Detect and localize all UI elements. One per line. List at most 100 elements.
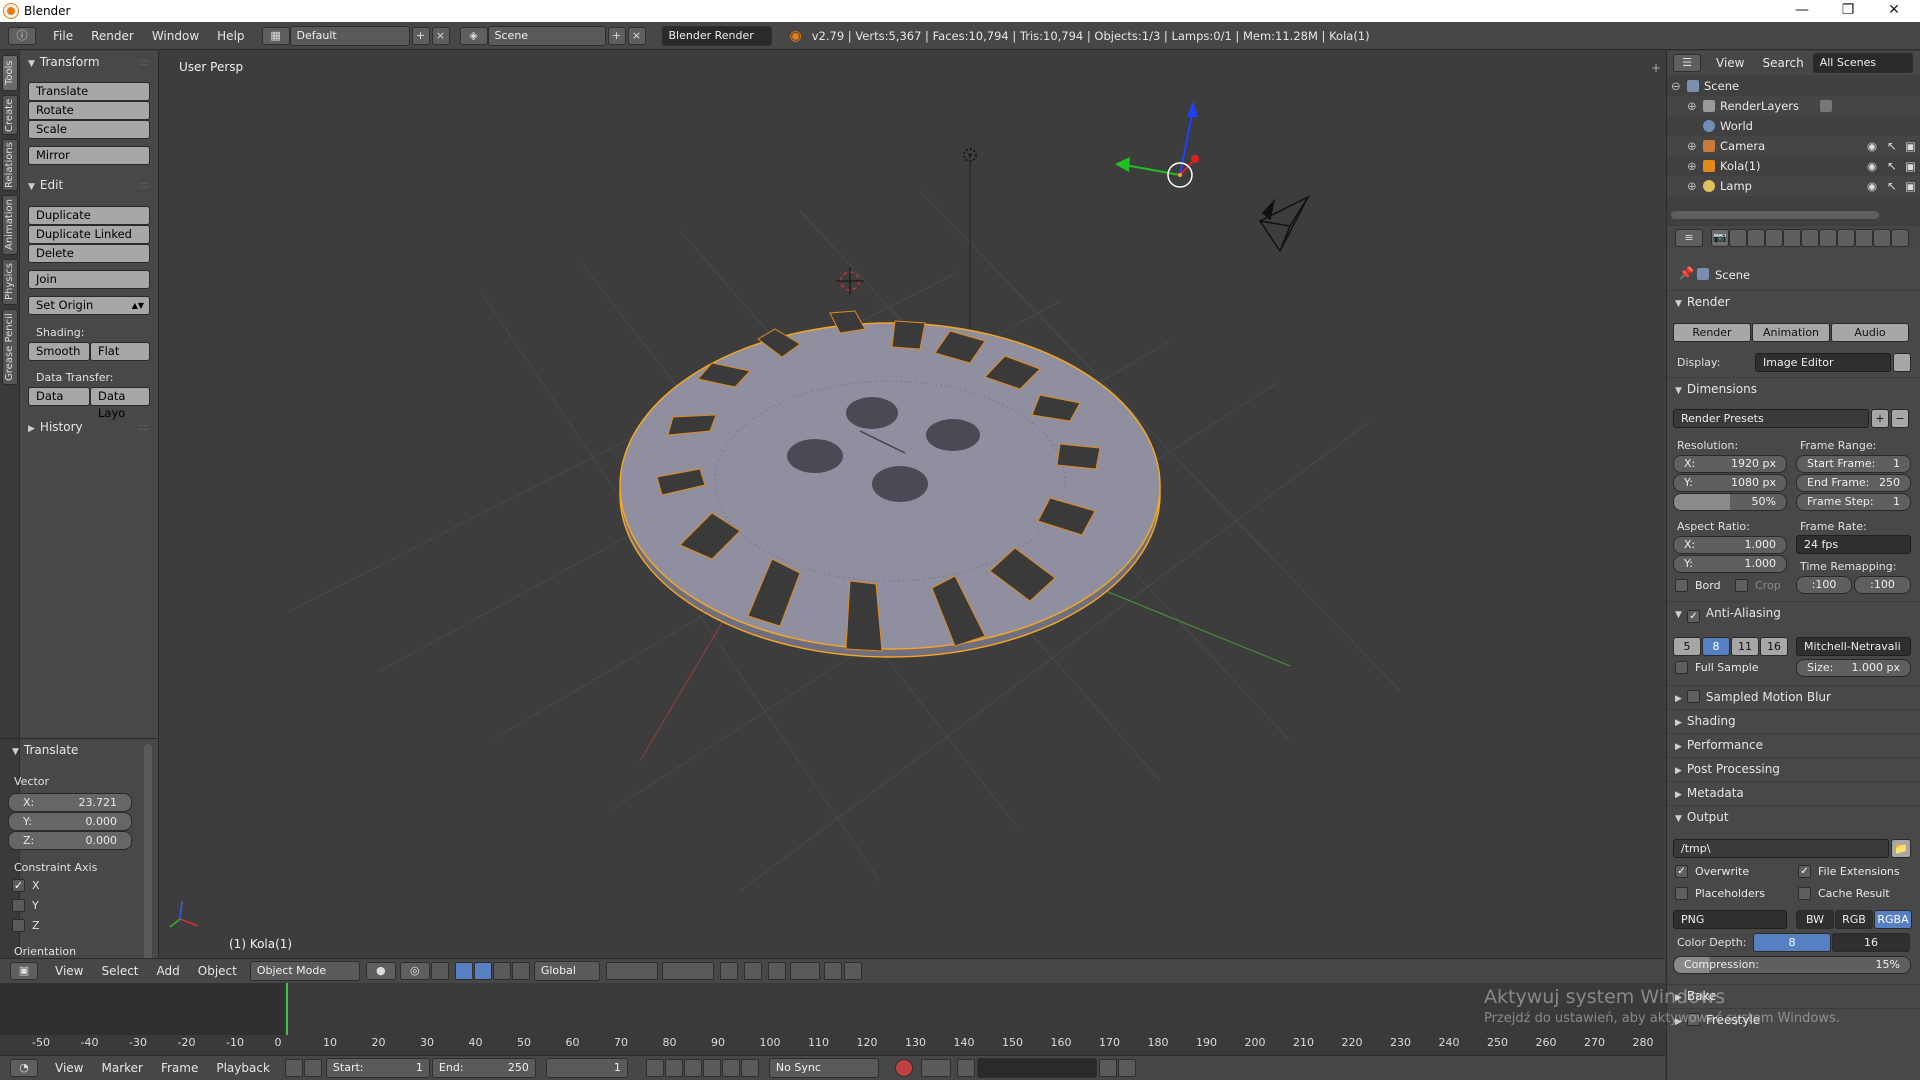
- transform-gizmo[interactable]: [1115, 101, 1199, 188]
- scene-field[interactable]: Scene: [487, 25, 606, 46]
- duplicate-button[interactable]: Duplicate: [28, 206, 150, 225]
- crop-checkbox[interactable]: [1735, 579, 1748, 592]
- aa-samples-16-button[interactable]: 16: [1760, 637, 1788, 656]
- menu-object[interactable]: Object: [189, 957, 246, 985]
- timeline-ruler[interactable]: -50 -40 -30 -20 -10 0 10 20 30 40 50 60 70 80 90 100 110…: [0, 1035, 1665, 1053]
- proportional-edit-icon[interactable]: [743, 962, 762, 980]
- prev-keyframe-icon[interactable]: [664, 1059, 683, 1077]
- transform-orientation-select[interactable]: Global: [533, 961, 600, 981]
- preview-range-icon[interactable]: [284, 1059, 303, 1077]
- anti-aliasing-checkbox[interactable]: ✓: [1686, 610, 1700, 623]
- end-frame-field[interactable]: End Frame: 250: [1796, 474, 1911, 492]
- smooth-button[interactable]: Smooth: [28, 342, 90, 361]
- data-button[interactable]: Data: [28, 387, 90, 406]
- aa-size-field[interactable]: Size: 1.000 px: [1796, 659, 1911, 677]
- menu-window[interactable]: Window: [143, 22, 208, 50]
- screen-layout-icon[interactable]: ▦: [261, 26, 290, 45]
- render-camera-icon[interactable]: ▣: [1905, 136, 1916, 156]
- expand-icon[interactable]: ⊕: [1687, 136, 1697, 156]
- restore-icon[interactable]: ❐: [1826, 0, 1870, 22]
- shading-panel-header[interactable]: ▶ Shading: [1667, 709, 1920, 731]
- resolution-percent-slider[interactable]: 50%: [1673, 493, 1787, 511]
- cursor-select-icon[interactable]: ↖: [1887, 156, 1897, 176]
- pivot-point-icon[interactable]: ◎: [399, 962, 430, 980]
- minimize-icon[interactable]: —: [1780, 0, 1824, 22]
- folder-icon[interactable]: 📁: [1891, 839, 1911, 858]
- display-select[interactable]: Image Editor: [1755, 353, 1891, 372]
- jump-start-icon[interactable]: [645, 1059, 664, 1077]
- compression-slider[interactable]: Compression: 15%: [1673, 956, 1911, 974]
- cursor-select-icon[interactable]: ↖: [1887, 136, 1897, 156]
- full-sample-checkbox[interactable]: [1675, 661, 1688, 674]
- current-frame-line[interactable]: [286, 983, 288, 1035]
- remove-layout-icon[interactable]: ×: [431, 26, 450, 45]
- keying-set-icon[interactable]: [920, 1059, 951, 1077]
- next-keyframe-icon[interactable]: [721, 1059, 740, 1077]
- camera-icon[interactable]: [1258, 195, 1310, 253]
- vector-z-field[interactable]: Z: 0.000: [8, 831, 132, 850]
- 3d-cursor-icon[interactable]: [836, 267, 864, 295]
- remove-preset-icon[interactable]: −: [1891, 409, 1909, 428]
- data-layo-button[interactable]: Data Layo: [90, 387, 150, 420]
- delete-button[interactable]: Delete: [28, 244, 150, 263]
- snap-element-icon[interactable]: [789, 962, 820, 980]
- color-rgb-button[interactable]: RGB: [1835, 910, 1873, 929]
- redo-panel-scrollbar[interactable]: [144, 744, 152, 969]
- renderlayers-context-icon[interactable]: [1729, 229, 1747, 247]
- tab-animation[interactable]: Animation: [2, 195, 18, 255]
- motion-blur-checkbox[interactable]: [1686, 690, 1700, 703]
- layers-grid-2-icon[interactable]: [661, 962, 714, 980]
- keying-set-field[interactable]: [976, 1058, 1097, 1078]
- cursor-select-icon[interactable]: ↖: [1887, 176, 1897, 196]
- aa-samples-11-button[interactable]: 11: [1731, 637, 1759, 656]
- color-rgba-button[interactable]: RGBA: [1874, 910, 1912, 929]
- motion-blur-panel-header[interactable]: ▶ Sampled Motion Blur: [1667, 685, 1920, 707]
- mode-select[interactable]: Object Mode: [249, 961, 360, 981]
- world-context-icon[interactable]: [1765, 229, 1783, 247]
- render-camera-icon[interactable]: ▣: [1905, 156, 1916, 176]
- aspect-x-field[interactable]: X: 1.000: [1673, 536, 1787, 554]
- outliner-scrollbar[interactable]: [1671, 211, 1879, 219]
- render-engine-select[interactable]: Blender Render: [661, 25, 772, 46]
- menu-select[interactable]: Select: [92, 957, 147, 985]
- close-icon[interactable]: ✕: [1872, 0, 1916, 22]
- add-keyframe-icon[interactable]: [1098, 1059, 1117, 1077]
- anti-aliasing-panel-header[interactable]: ▼ ✓ Anti-Aliasing: [1667, 601, 1920, 623]
- 3d-viewport[interactable]: User Persp (1) Kola(1) +: [160, 51, 1665, 969]
- expand-icon[interactable]: ⊕: [1687, 176, 1697, 196]
- timeline[interactable]: -50 -40 -30 -20 -10 0 10 20 30 40 50 60 70 80 90 100 110…: [0, 983, 1665, 1055]
- jump-end-icon[interactable]: [740, 1059, 759, 1077]
- record-icon[interactable]: [894, 1059, 913, 1077]
- expand-icon[interactable]: ⊕: [1687, 96, 1697, 116]
- end-frame-field[interactable]: End: 250: [431, 1058, 536, 1078]
- frame-step-field[interactable]: Frame Step: 1: [1796, 493, 1911, 511]
- post-processing-panel-header[interactable]: ▶ Post Processing: [1667, 757, 1920, 779]
- scene-context-icon[interactable]: [1747, 229, 1765, 247]
- object-context-icon[interactable]: [1783, 229, 1801, 247]
- audio-button[interactable]: Audio: [1831, 323, 1909, 342]
- remap-old-field[interactable]: :100: [1796, 576, 1852, 594]
- eye-icon[interactable]: ◉: [1867, 156, 1877, 176]
- lock-layers-icon[interactable]: [719, 962, 738, 980]
- transform-panel-header[interactable]: ▼ Transform: [28, 55, 100, 69]
- flat-button[interactable]: Flat: [90, 342, 150, 361]
- remove-scene-icon[interactable]: ×: [627, 26, 646, 45]
- overwrite-checkbox[interactable]: ✓: [1675, 865, 1688, 878]
- join-button[interactable]: Join: [28, 270, 150, 289]
- outliner-row-lamp[interactable]: ⊕ Lamp ◉ ↖ ▣: [1667, 176, 1920, 196]
- outliner-row-renderlayers[interactable]: ⊕ RenderLayers: [1667, 96, 1920, 116]
- performance-panel-header[interactable]: ▶ Performance: [1667, 733, 1920, 755]
- manipulator-icon[interactable]: [454, 962, 473, 980]
- outliner-display-select[interactable]: All Scenes: [1812, 53, 1913, 73]
- timeline-menu-marker[interactable]: Marker: [92, 1054, 151, 1080]
- dimensions-panel-header[interactable]: ▼ Dimensions: [1667, 377, 1920, 399]
- pin-icon[interactable]: 📌: [1679, 266, 1694, 280]
- constraints-context-icon[interactable]: [1801, 229, 1819, 247]
- layers-grid-1-icon[interactable]: [605, 962, 658, 980]
- timeline-menu-view[interactable]: View: [46, 1054, 92, 1080]
- render-button[interactable]: Render: [1673, 323, 1751, 342]
- timeline-menu-playback[interactable]: Playback: [207, 1054, 279, 1080]
- shading-mode-icon[interactable]: ●: [365, 962, 396, 980]
- modifiers-context-icon[interactable]: [1819, 229, 1837, 247]
- render-presets-select[interactable]: Render Presets: [1673, 409, 1869, 428]
